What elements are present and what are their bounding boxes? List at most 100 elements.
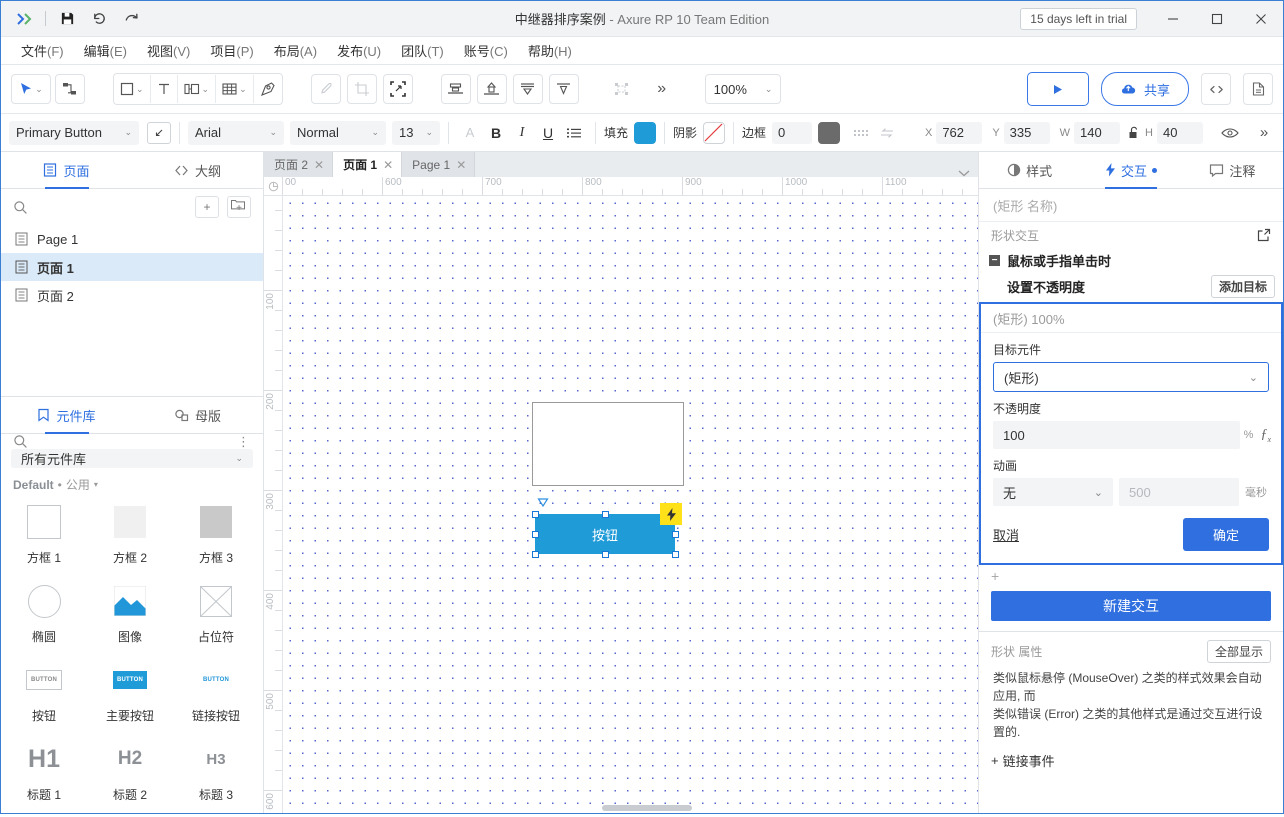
y-input[interactable]: 335 [1004, 122, 1050, 144]
canvas-tab-page1[interactable]: 页面 1 ✕ [333, 152, 402, 177]
page-item-selected[interactable]: 页面 1 [1, 253, 263, 281]
pen-icon[interactable] [254, 75, 282, 103]
bold-icon[interactable]: B [483, 121, 509, 145]
border-width-input[interactable]: 0 [772, 122, 812, 144]
connector-icon[interactable] [55, 74, 85, 104]
canvas-tab-page1-en[interactable]: Page 1 ✕ [402, 152, 475, 177]
show-all-button[interactable]: 全部显示 [1207, 640, 1271, 663]
interaction-badge-icon[interactable] [660, 503, 682, 525]
widget-box2[interactable]: 方框 2 [87, 501, 173, 566]
axure-logo-icon[interactable] [9, 6, 39, 32]
border-color-swatch[interactable] [818, 122, 840, 144]
library-group-header[interactable]: Default • 公用 ▾ [1, 468, 263, 497]
menu-publish[interactable]: 发布(U) [327, 38, 391, 63]
menu-view[interactable]: 视图(V) [137, 38, 200, 63]
distribute-horizontal-icon[interactable] [513, 74, 543, 104]
stylebar-more-icon[interactable]: » [1251, 121, 1277, 145]
undo-icon[interactable] [84, 6, 114, 32]
animation-select[interactable]: 无⌄ [993, 478, 1113, 506]
align-middle-icon[interactable] [477, 74, 507, 104]
close-icon[interactable]: ✕ [383, 158, 393, 172]
text-icon[interactable] [151, 75, 178, 103]
add-folder-icon[interactable]: + [227, 196, 251, 218]
zoom-selector[interactable]: 100%⌄ [705, 74, 782, 104]
link-event-row[interactable]: + 链接事件 [979, 747, 1283, 774]
cancel-button[interactable]: 取消 [993, 525, 1019, 544]
library-options-icon[interactable]: ⋮ [237, 440, 251, 444]
widget-h3[interactable]: H3 标题 3 [173, 738, 259, 803]
close-icon[interactable]: ✕ [456, 158, 466, 172]
widget-h1[interactable]: H1 标题 1 [1, 738, 87, 803]
menu-layout[interactable]: 布局(A) [264, 38, 327, 63]
shadow-none-swatch[interactable] [703, 122, 725, 144]
dynamic-panel-icon[interactable]: ⌄ [178, 75, 217, 103]
opacity-input[interactable]: 100 [993, 421, 1240, 449]
tab-outline[interactable]: 大纲 [132, 152, 263, 188]
resize-handle-e[interactable] [672, 531, 679, 538]
close-icon[interactable]: ✕ [314, 158, 324, 172]
minimize-button[interactable] [1151, 2, 1195, 36]
notes-page-icon[interactable] [1243, 73, 1273, 105]
resize-handle-s[interactable] [602, 551, 609, 558]
widget-link-button[interactable]: BUTTON 链接按钮 [173, 659, 259, 724]
table-icon[interactable]: ⌄ [216, 75, 254, 103]
toolbar-more-icon[interactable]: » [647, 74, 677, 104]
eye-icon[interactable] [1217, 121, 1243, 145]
new-interaction-button[interactable]: 新建交互 [991, 591, 1271, 621]
distribute-vertical-icon[interactable] [549, 74, 579, 104]
page-item-page2[interactable]: 页面 2 [1, 281, 263, 309]
italic-icon[interactable]: I [509, 121, 535, 145]
transform-icon[interactable] [383, 74, 413, 104]
share-button[interactable]: 共享 [1101, 72, 1189, 106]
tab-pages[interactable]: 页面 [1, 152, 132, 188]
interaction-action-row[interactable]: 设置不透明度 添加目标 [979, 273, 1283, 302]
w-input[interactable]: 140 [1074, 122, 1120, 144]
search-icon[interactable] [13, 434, 28, 449]
resize-handle-sw[interactable] [532, 551, 539, 558]
maximize-button[interactable] [1195, 2, 1239, 36]
style-target-icon[interactable] [147, 122, 171, 144]
font-family-selector[interactable]: Arial⌄ [188, 121, 284, 145]
fill-color-swatch[interactable] [634, 122, 656, 144]
duration-input[interactable]: 500 [1119, 478, 1239, 506]
tab-masters[interactable]: 母版 [132, 397, 263, 433]
tab-interaction[interactable]: 交互 [1080, 152, 1181, 188]
x-input[interactable]: 762 [936, 122, 982, 144]
widget-name-input[interactable]: (矩形 名称) [979, 189, 1283, 222]
button-shape[interactable]: 按钮 [535, 514, 675, 554]
canvas-horizontal-scrollbar[interactable] [282, 803, 978, 813]
close-button[interactable] [1239, 2, 1283, 36]
rectangle-shape[interactable] [532, 402, 684, 486]
tab-style[interactable]: 样式 [979, 152, 1080, 188]
font-size-selector[interactable]: 13⌄ [392, 121, 440, 145]
widget-style-selector[interactable]: Primary Button⌄ [9, 121, 139, 145]
add-action-row[interactable]: + [979, 565, 1283, 587]
canvas-surface[interactable]: 按钮 [282, 195, 978, 813]
list-icon[interactable] [561, 121, 587, 145]
rotate-handle-icon[interactable] [537, 497, 549, 509]
target-widget-select[interactable]: (矩形)⌄ [993, 362, 1269, 392]
interaction-event-row[interactable]: − 鼠标或手指单击时 [979, 248, 1283, 273]
redo-icon[interactable] [116, 6, 146, 32]
canvas-tabs-overflow[interactable] [958, 169, 978, 177]
widget-placeholder[interactable]: 占位符 [173, 580, 259, 645]
fx-icon[interactable]: ƒx [1260, 427, 1271, 444]
save-icon[interactable] [52, 6, 82, 32]
widget-h2[interactable]: H2 标题 2 [87, 738, 173, 803]
tab-notes[interactable]: 注释 [1182, 152, 1283, 188]
widget-box1[interactable]: 方框 1 [1, 501, 87, 566]
menu-edit[interactable]: 编辑(E) [74, 38, 137, 63]
widget-button[interactable]: BUTTON 按钮 [1, 659, 87, 724]
resize-handle-w[interactable] [532, 531, 539, 538]
vertical-ruler[interactable]: 100 200 300 400 500 600 [264, 177, 283, 813]
lock-aspect-icon[interactable] [1128, 126, 1140, 140]
resize-handle-n[interactable] [602, 511, 609, 518]
add-page-icon[interactable]: + [195, 196, 219, 218]
pages-search-input[interactable] [36, 199, 187, 216]
add-target-button[interactable]: 添加目标 [1211, 275, 1275, 298]
resize-handle-nw[interactable] [532, 511, 539, 518]
menu-help[interactable]: 帮助(H) [518, 38, 582, 63]
menu-account[interactable]: 账号(C) [454, 38, 518, 63]
ruler-origin-button[interactable] [264, 177, 282, 195]
horizontal-ruler[interactable]: 00 600 700 800 900 1000 1100 [264, 177, 978, 196]
